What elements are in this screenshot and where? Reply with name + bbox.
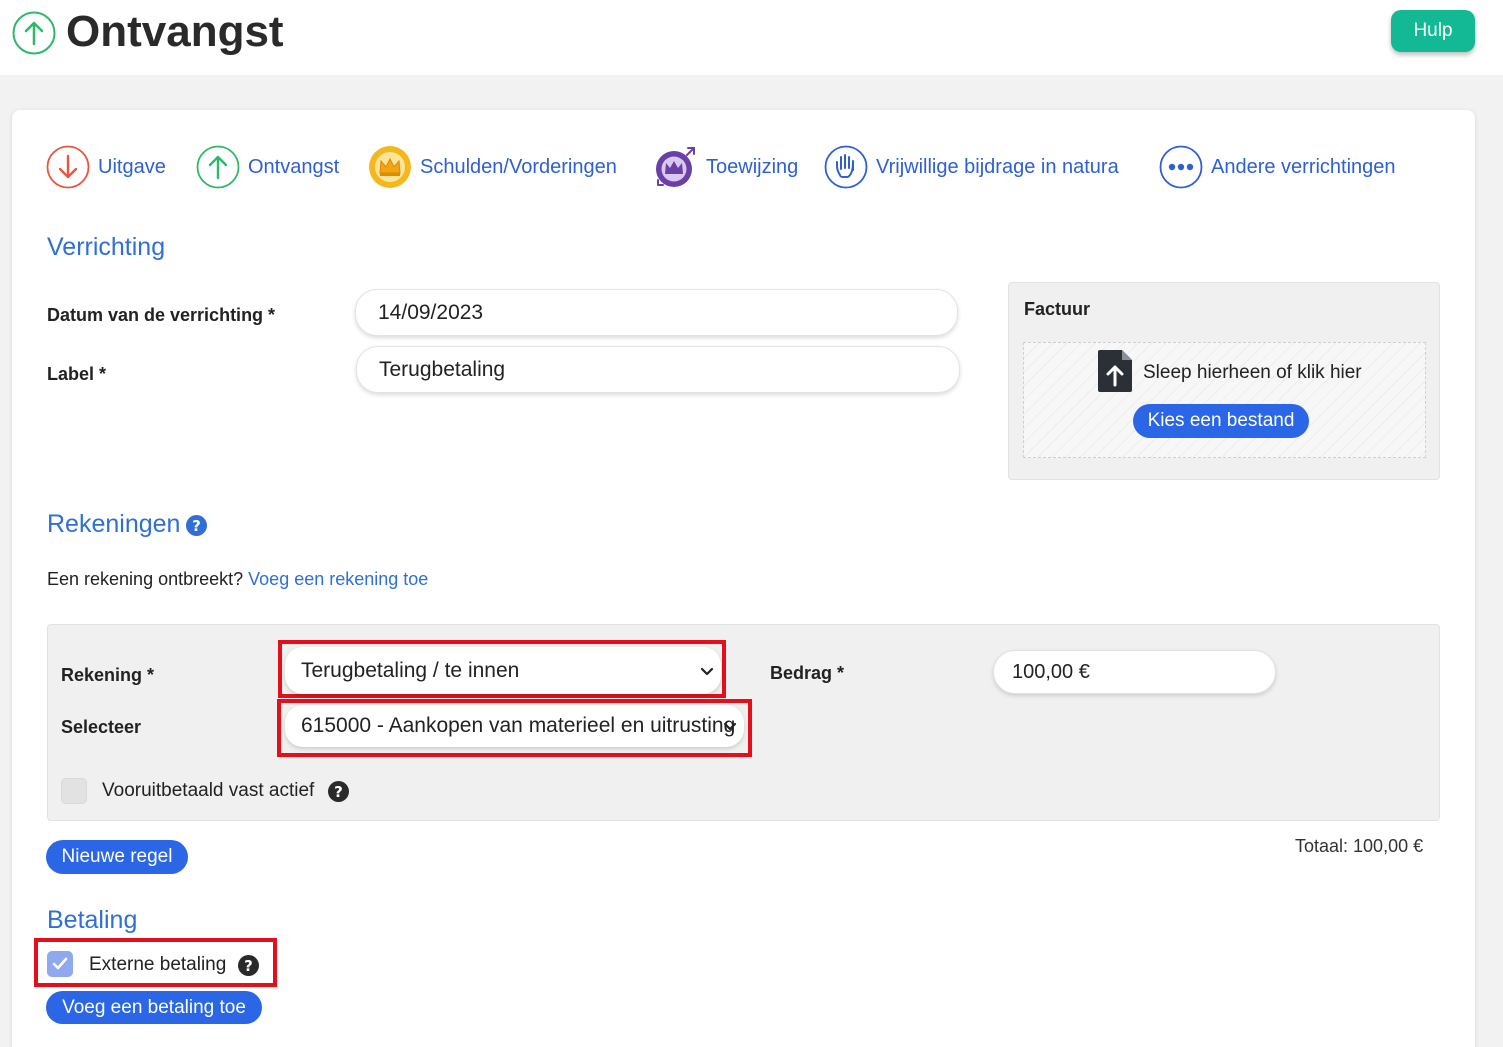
tab-toewijzing[interactable]: Toewijzing <box>654 144 798 190</box>
arrow-down-icon <box>46 145 90 189</box>
checkmark-icon <box>52 957 68 970</box>
page-header: Ontvangst Hulp <box>0 0 1503 75</box>
external-payment-label: Externe betaling <box>89 954 227 975</box>
tab-schulden-vorderingen[interactable]: Schulden/Vorderingen <box>368 144 617 190</box>
section-title-betaling: Betaling <box>47 906 138 934</box>
tab-label: Ontvangst <box>248 155 340 178</box>
help-icon[interactable]: ? <box>328 781 349 802</box>
hand-icon <box>824 145 868 189</box>
file-upload-icon <box>1098 350 1132 392</box>
label-field[interactable]: Terugbetaling <box>356 346 960 393</box>
tab-label: Andere verrichtingen <box>1211 155 1396 178</box>
account-select-value: Terugbetaling / te innen <box>301 658 520 682</box>
dropzone-text: Sleep hierheen of klik hier <box>1143 362 1362 383</box>
tab-label: Vrijwillige bijdrage in natura <box>876 155 1119 178</box>
help-icon[interactable]: ? <box>186 515 207 536</box>
tab-ontvangst[interactable]: Ontvangst <box>196 144 339 190</box>
account-label: Rekening * <box>61 665 155 685</box>
page-title: Ontvangst <box>66 7 284 56</box>
chevron-down-icon <box>723 722 737 731</box>
external-payment-checkbox[interactable] <box>47 951 73 977</box>
choose-file-button[interactable]: Kies een bestand <box>1133 404 1309 438</box>
tab-label: Toewijzing <box>706 155 799 178</box>
date-field[interactable]: 14/09/2023 <box>355 289 958 336</box>
crown-icon <box>369 146 411 188</box>
prepaid-checkbox[interactable] <box>61 778 87 804</box>
tab-uitgave[interactable]: Uitgave <box>46 144 166 190</box>
add-account-link[interactable]: Voeg een rekening toe <box>248 569 428 589</box>
invoice-title: Factuur <box>1024 299 1091 319</box>
add-payment-button[interactable]: Voeg een betaling toe <box>46 991 262 1024</box>
category-select[interactable]: 615000 - Aankopen van materieel en uitru… <box>285 705 744 747</box>
tab-andere-verrichtingen[interactable]: Andere verrichtingen <box>1159 144 1396 190</box>
missing-account-text: Een rekening ontbreekt? Voeg een rekenin… <box>47 569 429 589</box>
account-select[interactable]: Terugbetaling / te innen <box>285 647 721 694</box>
new-line-button[interactable]: Nieuwe regel <box>46 840 188 874</box>
amount-label: Bedrag * <box>770 663 845 683</box>
file-dropzone[interactable] <box>1023 342 1426 458</box>
amount-field[interactable]: 100,00 € <box>993 650 1276 694</box>
help-button[interactable]: Hulp <box>1391 10 1475 52</box>
chevron-down-icon <box>700 667 714 675</box>
help-icon[interactable]: ? <box>238 955 259 976</box>
tab-vrijwillige-bijdrage[interactable]: Vrijwillige bijdrage in natura <box>824 144 1119 190</box>
label-label: Label * <box>47 364 107 384</box>
date-label: Datum van de verrichting * <box>47 305 276 325</box>
arrow-up-icon <box>12 11 56 55</box>
tab-label: Schulden/Vorderingen <box>420 155 617 178</box>
arrow-up-icon <box>196 145 240 189</box>
section-title-verrichting: Verrichting <box>47 233 166 261</box>
section-title-rekeningen: Rekeningen <box>47 510 181 538</box>
select-label: Selecteer <box>61 717 142 737</box>
category-select-value: 615000 - Aankopen van materieel en uitru… <box>301 714 736 737</box>
tab-label: Uitgave <box>98 155 166 178</box>
prepaid-label: Vooruitbetaald vast actief <box>102 780 315 801</box>
more-icon <box>1159 145 1203 189</box>
crown-arrows-icon <box>656 147 695 187</box>
total-amount: Totaal: 100,00 € <box>1295 836 1424 856</box>
